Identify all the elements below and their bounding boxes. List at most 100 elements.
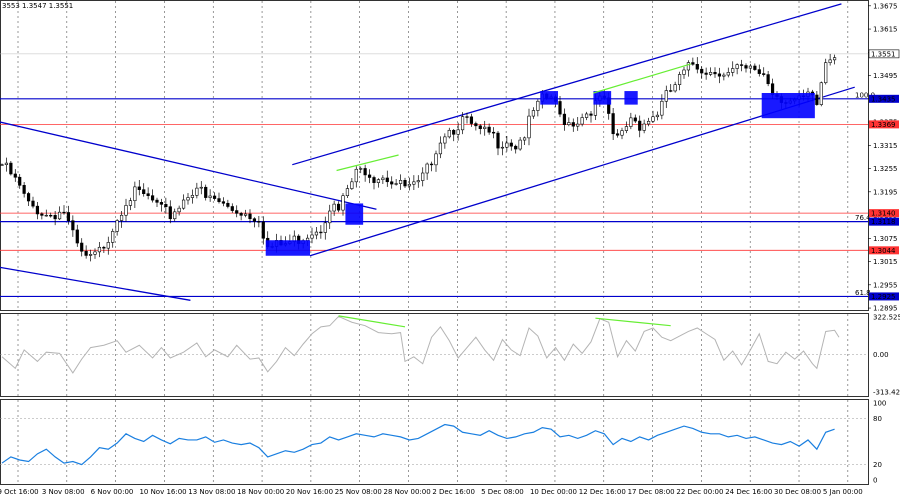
candle-body xyxy=(531,110,536,117)
candle-body xyxy=(359,168,363,170)
candle-body xyxy=(62,211,66,214)
candle-body xyxy=(115,220,119,232)
candle-body xyxy=(726,72,730,76)
candle-body xyxy=(487,126,491,133)
x-tick-label: 17 Dec 08:00 xyxy=(628,488,675,496)
price-header: 3553 1.3547 1.3551 xyxy=(2,2,73,10)
candle-body xyxy=(474,123,478,127)
candle-body xyxy=(819,82,823,105)
candle-body xyxy=(239,213,243,216)
candle-body xyxy=(18,176,22,186)
level-price-label: 1.3435 xyxy=(871,95,896,103)
cci-tick-label: -313.422 xyxy=(873,389,900,397)
y-tick-label: 1.3495 xyxy=(873,72,898,80)
candle-body xyxy=(142,189,146,194)
candle-body xyxy=(624,126,629,131)
candle-body xyxy=(22,185,26,194)
candle-body xyxy=(345,188,350,196)
candle-body xyxy=(469,116,474,124)
candle-body xyxy=(137,186,141,190)
candle-body xyxy=(416,180,420,183)
candle-body xyxy=(195,187,199,196)
candle-body xyxy=(522,137,527,141)
y-tick-label: 1.3675 xyxy=(873,2,898,10)
candle-body xyxy=(748,65,753,69)
candle-body xyxy=(208,195,212,198)
candle-body xyxy=(717,73,722,77)
signal-box xyxy=(761,93,815,119)
candle-body xyxy=(584,113,589,118)
candle-body xyxy=(133,186,137,202)
candle-body xyxy=(66,212,71,221)
x-tick-label: 29 Oct 16:00 xyxy=(0,488,39,496)
signal-box xyxy=(593,91,612,105)
candle-body xyxy=(252,218,257,222)
candle-body xyxy=(190,195,195,198)
candle-body xyxy=(496,132,500,149)
candle-body xyxy=(119,214,124,221)
fib-level-label: 61.8 xyxy=(855,289,871,297)
candle-body xyxy=(80,242,84,252)
candle-body xyxy=(319,231,323,234)
candle-body xyxy=(385,177,389,183)
forex-chart: 3553 1.3547 1.3551 100.076.461.8 29 Oct … xyxy=(0,0,900,500)
level-price-label: 1.3140 xyxy=(871,210,896,218)
candle-body xyxy=(186,197,190,201)
candle-body xyxy=(770,83,775,95)
candle-body xyxy=(762,73,766,75)
candle-body xyxy=(824,62,828,84)
candle-body xyxy=(757,69,761,74)
rsi-tick-label: 20 xyxy=(873,461,882,469)
candle-body xyxy=(558,101,562,115)
x-tick-label: 28 Nov 00:00 xyxy=(384,488,431,496)
candle-body xyxy=(26,193,31,202)
candle-body xyxy=(102,246,106,249)
candle-body xyxy=(682,69,686,75)
x-tick-label: 13 Nov 08:00 xyxy=(188,488,235,496)
candle-body xyxy=(438,142,443,155)
candle-body xyxy=(713,72,717,75)
candle-body xyxy=(456,129,460,135)
candle-body xyxy=(421,172,425,181)
x-tick-label: 5 Jan 00:00 xyxy=(823,488,863,496)
candle-body xyxy=(367,174,372,178)
x-tick-label: 30 Dec 08:00 xyxy=(774,488,821,496)
candle-body xyxy=(505,142,509,148)
candle-body xyxy=(478,125,482,129)
candle-body xyxy=(336,203,341,211)
candle-body xyxy=(372,177,376,183)
x-tick-label: 6 Nov 00:00 xyxy=(91,488,134,496)
candle-body xyxy=(567,122,571,125)
signal-box xyxy=(540,91,558,105)
candle-body xyxy=(708,72,713,75)
candle-body xyxy=(204,186,208,198)
candle-body xyxy=(9,162,13,175)
candle-body xyxy=(815,94,819,105)
candle-body xyxy=(88,254,93,256)
x-tick-label: 18 Nov 00:00 xyxy=(237,488,284,496)
candle-body xyxy=(407,183,412,187)
candle-body xyxy=(350,181,354,189)
candle-body xyxy=(677,74,682,85)
candle-body xyxy=(230,206,234,211)
x-tick-label: 24 Dec 16:00 xyxy=(725,488,772,496)
y-tick-label: 1.3615 xyxy=(873,26,898,34)
candle-body xyxy=(310,234,314,239)
candle-body xyxy=(571,122,575,127)
candle-body xyxy=(646,120,651,125)
candle-body xyxy=(412,181,416,185)
candle-body xyxy=(390,181,394,185)
level-price-label: 1.3369 xyxy=(871,121,896,129)
x-tick-label: 5 Dec 08:00 xyxy=(481,488,524,496)
candle-body xyxy=(611,113,615,135)
candle-body xyxy=(146,193,150,196)
signal-box xyxy=(265,240,310,256)
y-tick-label: 1.2955 xyxy=(873,281,898,289)
candle-body xyxy=(447,129,451,138)
candle-body xyxy=(620,130,624,136)
y-tick-label: 1.3315 xyxy=(873,142,898,150)
level-price-label: 1.3044 xyxy=(871,247,896,255)
candle-body xyxy=(13,173,17,178)
candle-body xyxy=(381,177,385,180)
candle-body xyxy=(443,136,447,144)
